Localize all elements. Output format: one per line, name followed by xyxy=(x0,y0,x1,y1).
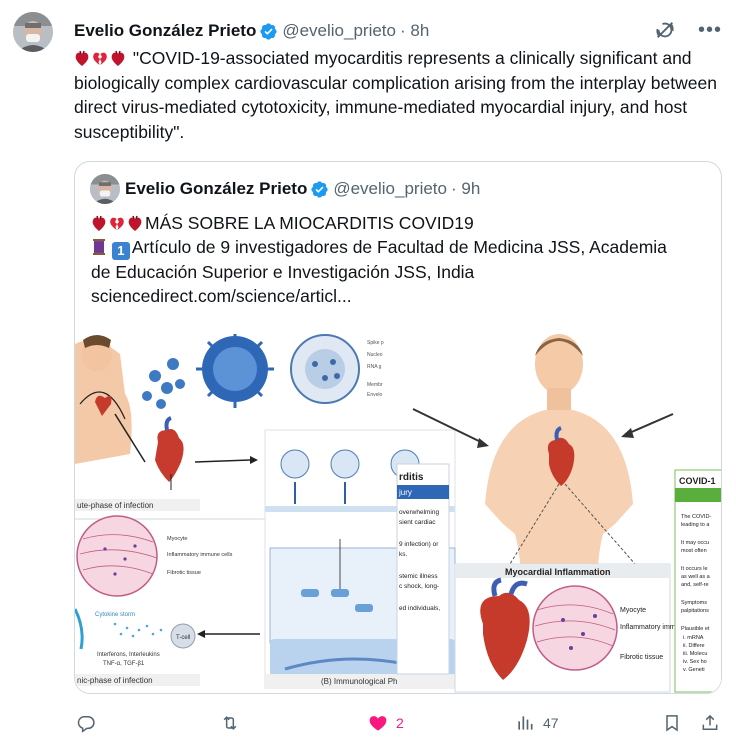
share-button[interactable] xyxy=(700,713,720,733)
immunological-panel-label: (B) Immunological Ph xyxy=(321,677,397,686)
tweet-body: "COVID-19-associated myocarditis represe… xyxy=(74,46,724,144)
myocarditis-text-panel: rditis jury overwhelming sient cardiac 9… xyxy=(396,463,450,675)
retweet-icon xyxy=(223,716,237,730)
quoted-link[interactable]: sciencedirect.com/science/articl... xyxy=(91,284,711,308)
thread-emoji xyxy=(93,239,105,255)
quoted-text-article: Artículo de 9 investigadores de Facultad… xyxy=(131,237,667,257)
interferons-label: Interferons, Interleukins xyxy=(97,652,160,658)
emoji-group xyxy=(74,50,126,67)
author-avatar[interactable] xyxy=(13,12,53,52)
quoted-text-title: MÁS SOBRE LA MIOCARDITIS COVID19 xyxy=(145,213,474,233)
more-icon[interactable]: ••• xyxy=(698,20,722,40)
myocarditis-heading: rditis xyxy=(399,472,424,483)
quoted-line-3: de Educación Superior e Investigación JS… xyxy=(91,262,475,282)
small-inflammatory-label: Inflammatory immune cells xyxy=(167,552,233,558)
reply-button[interactable] xyxy=(76,713,96,733)
myocardial-inflammation-title: Myocardial Inflammation xyxy=(505,567,611,577)
text-systemic: stemic illness xyxy=(399,573,438,580)
fibrotic-label: Fibrotic tissue xyxy=(620,654,663,661)
right-col-text: i. mRNA xyxy=(683,635,704,641)
right-col-text: Symptoms xyxy=(681,600,707,606)
covid-info-panel: COVID-1 The COVID- leading to a It may o… xyxy=(674,469,721,693)
quoted-author-name: Evelio González Prieto xyxy=(125,179,308,198)
right-col-text: Plausible et xyxy=(681,626,710,632)
keycap-one-emoji: 1 xyxy=(111,242,130,260)
retweet-button[interactable] xyxy=(220,713,240,733)
svg-text:Envelo: Envelo xyxy=(367,392,383,398)
small-myocyte-label: Myocyte xyxy=(167,536,187,542)
right-col-text: palpitations xyxy=(681,608,709,614)
tweet-time[interactable]: · 8h xyxy=(400,21,429,41)
tweet-text: "COVID-19-associated myocarditis represe… xyxy=(74,48,717,142)
cytokine-storm-label: Cytokine storm xyxy=(95,612,135,618)
text-individuals: ed individuals, xyxy=(399,605,440,612)
heart-emoji xyxy=(75,50,89,66)
acute-phase-label: ute-phase of infection xyxy=(77,501,154,510)
author-handle[interactable]: @evelio_prieto xyxy=(282,21,396,41)
quoted-line-2: 1 Artículo de 9 investigadores de Faculta… xyxy=(91,235,711,260)
tcell-label: T-cell xyxy=(176,635,190,641)
right-col-text: It may occu xyxy=(681,540,709,546)
text-overwhelming: overwhelming xyxy=(399,509,439,516)
right-col-text: and, self-re xyxy=(681,582,709,588)
verified-badge-icon xyxy=(260,22,277,40)
author-name[interactable]: Evelio González Prieto xyxy=(74,21,256,41)
covid-box-title: COVID-1 xyxy=(679,476,716,486)
quoted-author-avatar[interactable] xyxy=(90,174,120,204)
quoted-media-image[interactable]: Spike p Nucleo RNA g Membr Envelo ute-phase … xyxy=(75,334,721,693)
svg-text:RNA g: RNA g xyxy=(367,364,382,370)
quoted-time: · 9h xyxy=(450,179,481,198)
right-col-text: v. Geneti xyxy=(683,667,705,673)
tweet-top-actions: ••• xyxy=(654,19,722,41)
right-col-text: iii. Molecu xyxy=(683,651,707,657)
text-shock: c shock, long- xyxy=(399,583,439,590)
grok-icon[interactable] xyxy=(654,19,676,41)
quoted-line-1: MÁS SOBRE LA MIOCARDITIS COVID19 xyxy=(91,211,711,235)
svg-text:Nucleo: Nucleo xyxy=(367,352,383,358)
emoji-group xyxy=(91,215,143,232)
like-count: 2 xyxy=(396,715,404,731)
views-button[interactable]: 47 xyxy=(515,713,559,733)
tweet-action-bar: 2 47 xyxy=(74,708,724,738)
right-col-text: ii. Differe xyxy=(683,643,705,649)
text-infection: 9 infection) or xyxy=(399,541,439,548)
broken-heart-emoji xyxy=(93,52,107,65)
quoted-body: MÁS SOBRE LA MIOCARDITIS COVID19 1 Artícu… xyxy=(91,211,711,308)
tnf-label: TNF-α, TGF-β1 xyxy=(103,661,145,667)
reply-icon xyxy=(77,716,95,733)
text-sient: sient cardiac xyxy=(399,519,436,526)
view-count: 47 xyxy=(543,715,559,731)
quoted-author-handle: @evelio_prieto xyxy=(333,179,447,198)
right-col-text: The COVID- xyxy=(681,514,711,520)
text-ks: ks. xyxy=(399,551,408,558)
right-col-text: leading to a xyxy=(681,522,710,528)
quoted-tweet[interactable]: Evelio González Prieto @evelio_prieto · … xyxy=(74,161,722,694)
right-col-text: iv. Sex ho xyxy=(683,659,707,665)
verified-badge-icon xyxy=(311,180,328,198)
heart-emoji xyxy=(111,50,125,66)
share-icon xyxy=(702,714,718,730)
tweet-header: Evelio González Prieto @evelio_prieto · … xyxy=(74,20,429,42)
like-icon xyxy=(369,716,387,731)
bookmark-icon xyxy=(666,715,678,732)
right-col-text: as well as a xyxy=(681,574,711,580)
heart-emoji xyxy=(128,215,142,231)
injury-heading: jury xyxy=(398,488,412,497)
broken-heart-emoji xyxy=(110,217,124,230)
svg-text:Membr: Membr xyxy=(367,382,383,388)
small-fibrotic-label: Fibrotic tissue xyxy=(167,570,201,576)
myocyte-label: Myocyte xyxy=(620,607,646,614)
heart-emoji xyxy=(92,215,106,231)
bookmark-button[interactable] xyxy=(662,713,682,733)
quoted-header: Evelio González Prieto @evelio_prieto · … xyxy=(125,179,480,199)
like-button[interactable]: 2 xyxy=(368,713,404,733)
medical-figure: Spike p Nucleo RNA g Membr Envelo ute-phase … xyxy=(75,334,721,693)
right-col-text: most often xyxy=(681,548,707,554)
views-icon xyxy=(518,716,533,730)
right-col-text: It occurs le xyxy=(681,566,708,572)
chronic-phase-label: nic-phase of infection xyxy=(77,676,153,685)
svg-text:Spike p: Spike p xyxy=(367,340,384,346)
